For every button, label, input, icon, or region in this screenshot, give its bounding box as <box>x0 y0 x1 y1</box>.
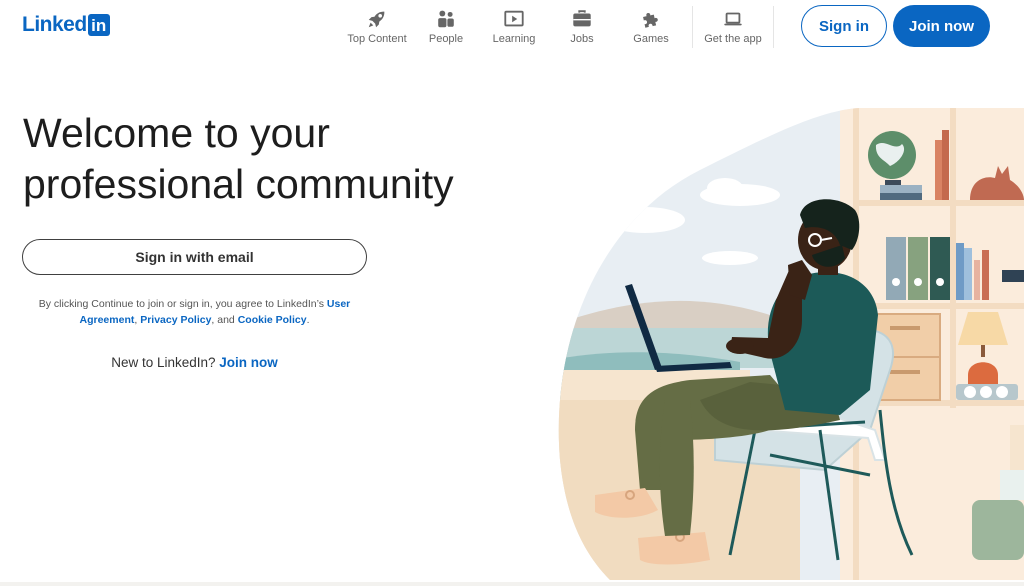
nav-label: Jobs <box>570 33 594 45</box>
nav-get-the-app[interactable]: Get the app <box>700 6 766 48</box>
rocket-icon <box>366 6 388 30</box>
logo-in-badge: in <box>87 14 110 36</box>
hero-illustration <box>540 100 1024 580</box>
person-with-laptop-illustration <box>558 108 1024 580</box>
nav-divider <box>692 6 693 48</box>
nav-top-content[interactable]: Top Content <box>346 6 408 48</box>
nav-jobs[interactable]: Jobs <box>558 6 606 48</box>
puzzle-icon <box>640 6 662 30</box>
people-icon <box>435 6 457 30</box>
new-to-linkedin: New to LinkedIn? Join now <box>22 355 367 370</box>
nav-games[interactable]: Games <box>626 6 676 48</box>
top-navigation-bar: Linked in Top Content People Learning Jo… <box>0 0 1024 52</box>
nav-divider <box>773 6 774 48</box>
nav-people[interactable]: People <box>420 6 472 48</box>
logo-wordmark: Linked <box>22 13 87 36</box>
legal-disclaimer: By clicking Continue to join or sign in,… <box>22 296 367 328</box>
legal-separator: , and <box>211 314 238 326</box>
sign-in-with-email-button[interactable]: Sign in with email <box>22 239 367 275</box>
nav-learning[interactable]: Learning <box>488 6 540 48</box>
new-to-text: New to LinkedIn? <box>111 355 220 370</box>
nav-label: Top Content <box>347 33 407 45</box>
privacy-policy-link[interactable]: Privacy Policy <box>140 314 211 326</box>
sign-in-button[interactable]: Sign in <box>801 5 887 47</box>
legal-suffix: . <box>306 314 310 326</box>
nav-label: Learning <box>492 33 536 45</box>
nav-label: Games <box>633 33 669 45</box>
nav-label: People <box>428 33 464 45</box>
laptop-icon <box>722 6 744 30</box>
legal-prefix: By clicking Continue to join or sign in,… <box>38 298 327 310</box>
cookie-policy-link[interactable]: Cookie Policy <box>238 314 307 326</box>
linkedin-logo[interactable]: Linked in <box>22 13 110 37</box>
learning-icon <box>503 6 525 30</box>
join-now-button[interactable]: Join now <box>893 5 990 47</box>
briefcase-icon <box>571 6 593 30</box>
nav-label: Get the app <box>704 33 762 45</box>
join-now-link[interactable]: Join now <box>219 355 278 370</box>
page-title: Welcome to your professional community <box>23 110 454 207</box>
page-bottom-divider <box>0 582 1024 586</box>
